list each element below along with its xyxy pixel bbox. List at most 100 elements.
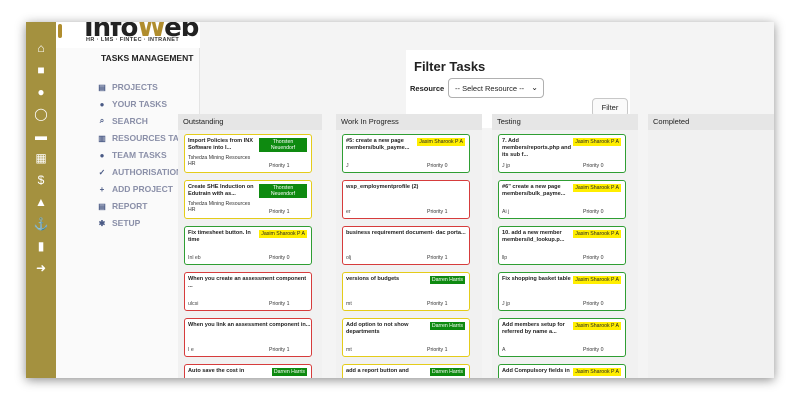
assignee-badge: Thorsten Neuendorf [259,138,307,152]
task-meta: er [346,209,351,215]
task-title: Fix shopping basket table [502,276,571,282]
task-priority: Priority 1 [269,347,290,353]
task-client: Tshedza Mining Resources HR [188,155,250,167]
task-department: HR [188,161,196,167]
menu-item-setup[interactable]: ✱ SETUP [96,217,141,229]
task-priority: Priority 0 [583,301,604,307]
task-title: When you link an assessment component in… [188,322,311,328]
lock-icon[interactable]: ▮ [33,238,49,254]
home-icon[interactable]: ⌂ [33,40,49,56]
task-title: Fix timesheet button. In time [188,230,251,243]
task-card[interactable]: When you create an assessment component … [184,272,312,311]
task-priority: Priority 1 [427,347,448,353]
assignee-badge: Darren Harris [429,322,465,330]
calendar-icon[interactable]: ▦ [33,150,49,166]
task-priority: Priority 1 [427,209,448,215]
search-icon: ⌕ [99,116,105,125]
task-client-name: Tshedza Mining Resources [188,155,251,161]
task-card[interactable]: #5: create a new page members/bulk_payme… [342,134,470,173]
assignee-badge: Jasim Sharook P A [573,322,621,330]
briefcase-icon[interactable]: ■ [33,62,49,78]
task-card[interactable]: Add option to not show departments Darren… [342,318,470,357]
menu-item-your-tasks[interactable]: ● YOUR TASKS [96,98,168,110]
menu-item-search[interactable]: ⌕ SEARCH [96,115,148,127]
chevron-down-icon: ⌄ [531,83,538,92]
menu-item-authorisation[interactable]: ✓ AUTHORISATION [96,166,183,178]
resource-label: Resource [410,84,445,93]
task-meta: llp [502,255,508,261]
task-card[interactable]: Import Policies from INX Software into I… [184,134,312,173]
task-card[interactable]: Create SHE Induction on Edutrain with as… [184,180,312,219]
anchor-icon[interactable]: ⚓ [33,216,49,232]
task-client: Tshedza Mining Resources HR [188,201,250,213]
task-card[interactable]: Fix shopping basket table Jasim Sharook P… [498,272,626,311]
task-card[interactable]: versions of budgets Darren Harris mt Priori… [342,272,470,311]
column-testing: 7. Add members/reports.php and its sub f… [492,130,638,378]
task-title: versions of budgets [346,276,400,282]
task-client-name: Tshedza Mining Resources [188,201,251,207]
menu-item-resources-task[interactable]: ▥ RESOURCES TASK [96,132,191,144]
user-icon: ● [99,99,105,109]
column-outstanding: Import Policies from INX Software into I… [178,130,322,378]
menu-title: TASKS MANAGEMENT [101,53,194,63]
assignee-badge: Darren Harris [429,276,465,284]
task-priority: Priority 1 [269,301,290,307]
task-card[interactable]: Add members setup for referred by name a… [498,318,626,357]
document-icon: ▤ [98,82,106,92]
assignee-badge: Darren Harris [429,368,465,376]
task-title: business requirement document- dac porta… [346,230,466,236]
task-card[interactable]: 10. add a new member members/id_lookup.p… [498,226,626,265]
menu-item-projects[interactable]: ▤ PROJECTS [96,81,158,93]
task-card[interactable]: 7. Add members/reports.php and its sub f… [498,134,626,173]
task-meta: mt [346,301,352,307]
task-title: Auto save the cost in [188,368,245,374]
assignee-badge: Jasim Sharook P A [417,138,465,146]
users-icon[interactable]: ● [33,84,49,100]
task-card[interactable]: wsp_employmentprofile (2) er Priority 1 [342,180,470,219]
task-priority: Priority 0 [583,209,604,215]
graduation-icon[interactable]: ▲ [33,194,49,210]
task-card[interactable]: business requirement document- dac porta… [342,226,470,265]
task-title: Create SHE Induction on Edutrain with as… [188,184,254,197]
task-title: add a report button and [346,368,409,374]
task-card[interactable]: Auto save the cost in Darren Harris [184,364,312,378]
task-meta: J jp [502,301,511,307]
task-title: #5: create a new page members/bulk_payme… [346,138,410,151]
dollar-icon[interactable]: $ [33,172,49,188]
menu-item-label: SETUP [112,218,141,228]
assignee-badge: Thorsten Neuendorf [259,184,307,198]
resource-select[interactable]: -- Select Resource -- ⌄ [448,78,544,98]
task-card[interactable]: #6" create a new page members/bulk_payme… [498,180,626,219]
infoweb-logo[interactable]: InfoWeb HR · LMS · FINTEC · INTRANET [56,22,200,48]
assignee-badge: Jasim Sharook P A [573,184,621,192]
task-card[interactable]: add a report button and Darren Harris [342,364,470,378]
task-priority: Priority 1 [269,163,290,169]
menu-item-team-tasks[interactable]: ● TEAM TASKS [96,149,167,161]
task-card[interactable]: Fix timesheet button. In time Jasim Sharo… [184,226,312,265]
assignee-badge: Darren Harris [271,368,307,376]
assignee-badge: Jasim Sharook P A [573,276,621,284]
task-title: Add option to not show departments [346,322,409,335]
column-header-testing: Testing [492,114,638,130]
menu-item-add-project[interactable]: + ADD PROJECT [96,183,173,195]
task-priority: Priority 0 [269,255,290,261]
task-meta: mt [346,347,352,353]
logout-icon[interactable]: ➜ [33,260,49,276]
menu-item-report[interactable]: ▤ REPORT [96,200,147,212]
menu-item-label: SEARCH [112,116,148,126]
plus-square-icon: + [99,184,105,194]
team-icon: ● [99,150,105,160]
column-work-in-progress: #5: create a new page members/bulk_payme… [336,130,482,378]
icon-sidebar: ⌂ ■ ● ◯ ▬ ▦ $ ▲ ⚓ ▮ ➜ [26,22,56,378]
task-priority: Priority 1 [269,209,290,215]
task-priority: Priority 0 [583,255,604,261]
task-priority: Priority 0 [583,163,604,169]
folder-icon[interactable]: ▬ [33,128,49,144]
menu-item-label: REPORT [112,201,148,211]
chat-icon[interactable]: ◯ [33,106,49,122]
task-card[interactable]: Add Compulsory fields in Jasim Sharook P … [498,364,626,378]
resource-select-value: -- Select Resource -- [455,83,525,93]
task-title: #6" create a new page members/bulk_payme… [502,184,566,197]
task-card[interactable]: When you link an assessment component in… [184,318,312,357]
task-title: Add members setup for referred by name a… [502,322,565,335]
